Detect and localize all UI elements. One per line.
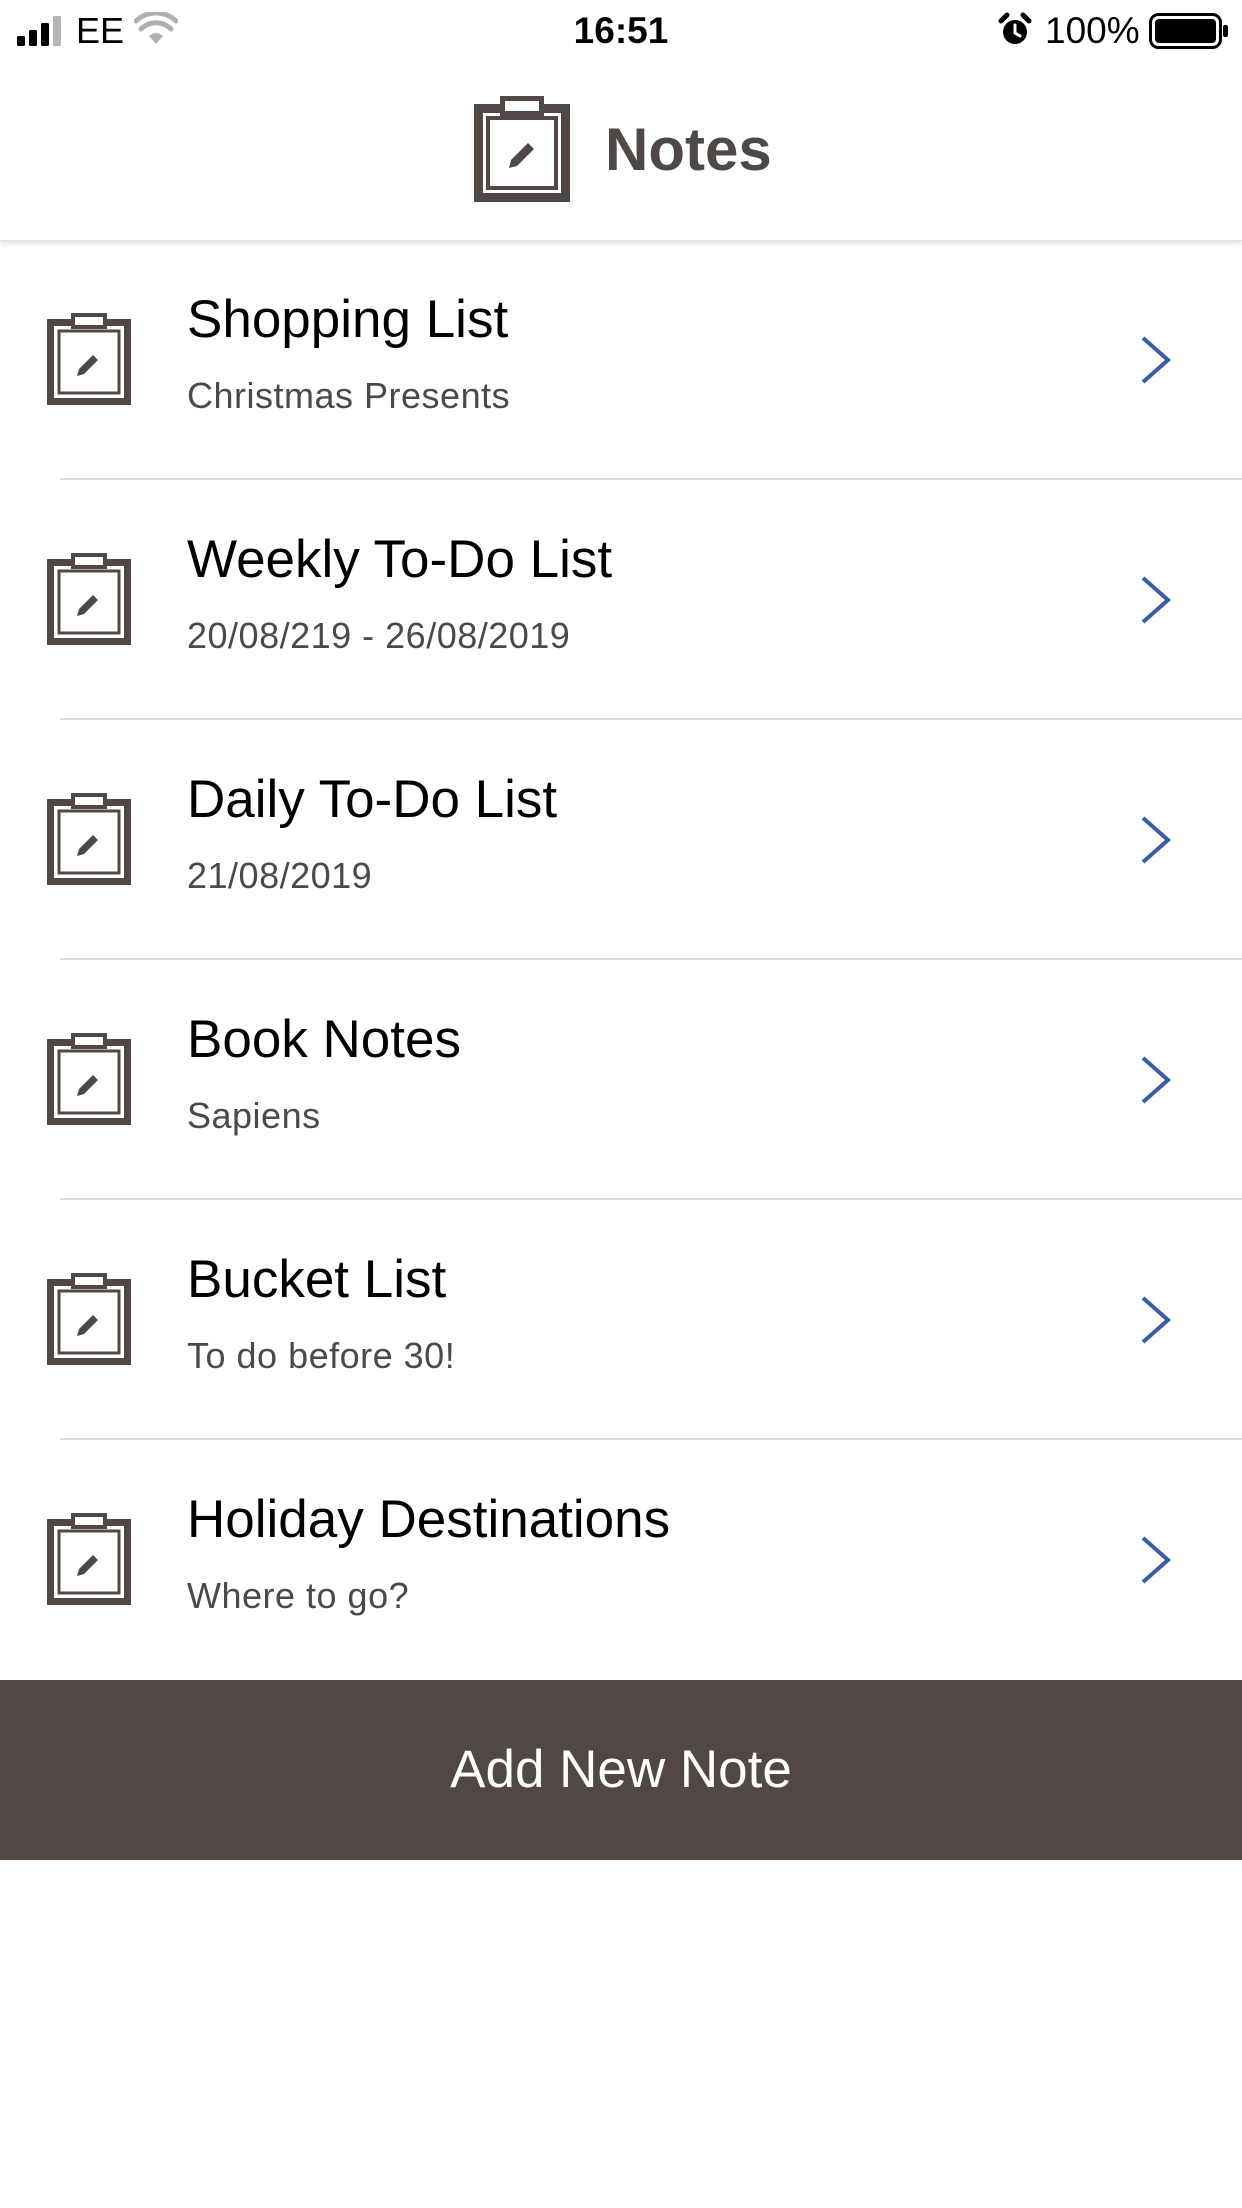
clipboard-pencil-icon	[47, 553, 131, 645]
chevron-right-icon	[1141, 576, 1172, 624]
notes-list: Shopping List Christmas Presents Weekly …	[0, 240, 1242, 1680]
note-title: Bucket List	[187, 1250, 447, 1309]
status-bar: EE 16:51 100%	[0, 0, 1242, 62]
note-subtitle: Where to go?	[187, 1575, 410, 1616]
page-title: Notes	[605, 116, 772, 183]
note-subtitle: Christmas Presents	[187, 375, 511, 416]
battery-percentage: 100%	[1045, 10, 1140, 51]
note-title: Daily To-Do List	[187, 770, 558, 829]
list-item[interactable]: Holiday Destinations Where to go?	[0, 1440, 1242, 1680]
clipboard-pencil-icon	[47, 793, 131, 885]
add-new-note-button[interactable]: Add New Note	[0, 1680, 1242, 1860]
note-subtitle: 21/08/2019	[187, 855, 373, 896]
app-header: Notes	[0, 62, 1242, 241]
clipboard-pencil-icon	[47, 1513, 131, 1605]
list-item[interactable]: Daily To-Do List 21/08/2019	[0, 720, 1242, 960]
clipboard-pencil-icon	[474, 96, 570, 202]
note-subtitle: To do before 30!	[187, 1335, 456, 1376]
chevron-right-icon	[1141, 1296, 1172, 1344]
chevron-right-icon	[1141, 1056, 1172, 1104]
chevron-right-icon	[1141, 1536, 1172, 1584]
list-item[interactable]: Shopping List Christmas Presents	[0, 240, 1242, 480]
list-item[interactable]: Bucket List To do before 30!	[0, 1200, 1242, 1440]
note-title: Book Notes	[187, 1010, 461, 1069]
clipboard-pencil-icon	[47, 313, 131, 405]
note-title: Holiday Destinations	[187, 1490, 671, 1549]
note-title: Weekly To-Do List	[187, 530, 613, 589]
battery-icon	[1149, 13, 1228, 49]
chevron-right-icon	[1141, 816, 1172, 864]
clipboard-pencil-icon	[47, 1033, 131, 1125]
chevron-right-icon	[1141, 336, 1172, 384]
alarm-icon	[998, 12, 1032, 44]
note-subtitle: 20/08/219 - 26/08/2019	[187, 615, 571, 656]
note-title: Shopping List	[187, 290, 509, 349]
clipboard-pencil-icon	[47, 1273, 131, 1365]
list-item[interactable]: Book Notes Sapiens	[0, 960, 1242, 1200]
note-subtitle: Sapiens	[187, 1095, 321, 1136]
list-item[interactable]: Weekly To-Do List 20/08/219 - 26/08/2019	[0, 480, 1242, 720]
